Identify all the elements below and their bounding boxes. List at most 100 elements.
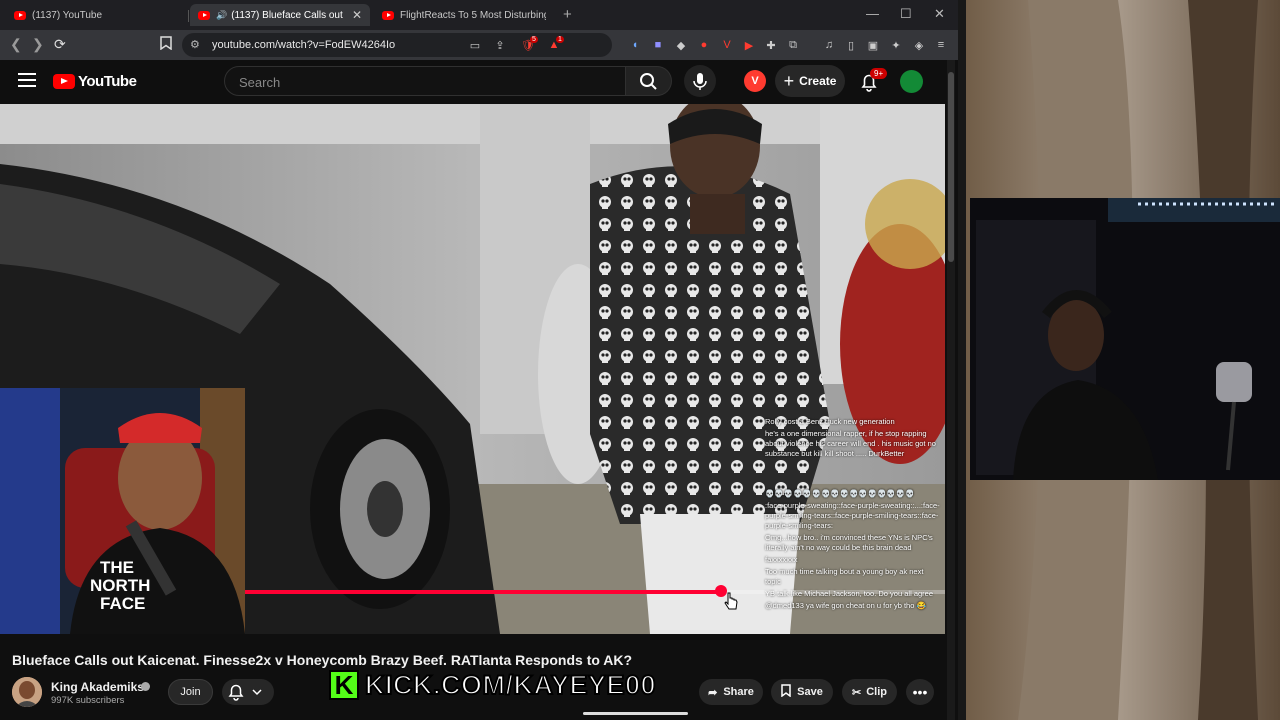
- tab-label: (1137) Blueface Calls out Kaic: [231, 9, 346, 21]
- chat-message: Rolly cost a Benz truck new generation: [765, 417, 895, 426]
- video-title: Blueface Calls out Kaicenat. Finesse2x v…: [12, 652, 633, 668]
- youtube-header: YouTube V + Create 9+: [0, 60, 945, 102]
- extension-icon[interactable]: V: [720, 38, 734, 52]
- search-button[interactable]: [626, 66, 672, 96]
- search-input[interactable]: [237, 67, 621, 97]
- svg-text:NORTH: NORTH: [90, 576, 150, 595]
- puzzle-icon[interactable]: ✚: [764, 38, 778, 52]
- wallet-icon[interactable]: ▣: [866, 38, 880, 52]
- chat-message: faxxxxxxx: [765, 555, 798, 564]
- chat-message: 💀💀💀💀💀💀💀💀💀💀💀💀💀💀💀💀: [765, 489, 915, 498]
- chat-message: Too much time talking bout a young boy a…: [765, 567, 924, 586]
- subscriber-count: 997K subscribers: [51, 695, 125, 706]
- media-icon[interactable]: ♫: [822, 38, 836, 52]
- chat-message: he's a one dimensional rapper, if he sto…: [765, 429, 936, 458]
- cast-icon[interactable]: ▭: [468, 38, 482, 52]
- extension-icon[interactable]: ■: [651, 38, 665, 52]
- share-label: Share: [723, 686, 754, 698]
- close-window-button[interactable]: ✕: [934, 6, 945, 22]
- youtube-wordmark: YouTube: [78, 73, 137, 90]
- verified-badge-icon: [141, 682, 150, 691]
- tab-flightreacts[interactable]: FlightReacts To 5 Most Disturbing Int: [374, 4, 554, 26]
- right-webcam-frame: [958, 0, 1280, 720]
- kick-logo: K: [329, 670, 359, 700]
- youtube-logo[interactable]: YouTube: [53, 73, 137, 90]
- chat-message: Omg...how bro.. i'm convinced these YNs …: [765, 533, 933, 552]
- tab-youtube-home[interactable]: (1137) YouTube: [6, 4, 186, 26]
- leo-icon[interactable]: ✦: [889, 38, 903, 52]
- microphone-icon: [693, 73, 707, 90]
- youtube-favicon-icon: [198, 10, 210, 20]
- kick-watermark: K KICK.COM/KAYEYE00: [329, 668, 691, 702]
- record-icon[interactable]: ●: [697, 38, 711, 52]
- extension-icon[interactable]: ◆: [674, 38, 688, 52]
- brave-badge: 5: [530, 36, 538, 43]
- chat-message: :face-purple-sweating::face-purple-sweat…: [765, 501, 940, 530]
- scrollbar-thumb[interactable]: [948, 72, 954, 262]
- channel-avatar[interactable]: [12, 677, 42, 707]
- bookmark-icon[interactable]: [160, 36, 172, 53]
- notification-count-badge: 9+: [870, 68, 888, 79]
- back-button[interactable]: ❮: [10, 36, 22, 53]
- new-tab-button[interactable]: +: [563, 6, 572, 23]
- tab-label: FlightReacts To 5 Most Disturbing Int: [400, 9, 546, 21]
- tab-bar: (1137) YouTube 🔊 (1137) Blueface Calls o…: [0, 0, 958, 30]
- voice-search-button[interactable]: [684, 65, 716, 97]
- scroll-indicator: [583, 712, 688, 715]
- svg-text:FACE: FACE: [100, 594, 145, 613]
- chat-overlay: Rolly cost a Benz truck new generation h…: [765, 417, 940, 613]
- maximize-button[interactable]: ☐: [900, 6, 912, 22]
- tab-label: (1137) YouTube: [32, 9, 103, 21]
- youtube-play-icon: [53, 74, 75, 89]
- extension-icon[interactable]: ⧉: [786, 38, 800, 52]
- tab-active-video[interactable]: 🔊 (1137) Blueface Calls out Kaic ✕: [190, 4, 370, 26]
- url-text[interactable]: youtube.com/watch?v=FodEW4264Io: [212, 39, 395, 51]
- share-icon[interactable]: ⇪: [493, 38, 507, 52]
- channel-name[interactable]: King Akademiks: [51, 680, 144, 694]
- mouse-cursor-icon: [724, 592, 738, 615]
- clip-label: Clip: [866, 686, 887, 698]
- hamburger-menu-icon[interactable]: [18, 73, 36, 87]
- forward-button[interactable]: ❯: [32, 36, 44, 53]
- sidebar-icon[interactable]: ▯: [844, 38, 858, 52]
- scissors-icon: ✂: [852, 686, 862, 699]
- right-camera-panel: [958, 0, 1280, 720]
- speaker-icon: 🔊: [216, 9, 228, 20]
- save-button[interactable]: Save: [771, 679, 833, 705]
- rewards-badge: 1: [556, 36, 564, 43]
- extension-icon[interactable]: ◖: [628, 38, 642, 52]
- create-label: Create: [799, 74, 837, 88]
- streamer-webcam: THE NORTH FACE: [0, 388, 245, 634]
- more-options-icon[interactable]: •••: [906, 679, 934, 705]
- plus-icon: +: [783, 70, 795, 91]
- site-info-icon[interactable]: ⚙: [190, 38, 200, 51]
- reload-button[interactable]: ⟳: [54, 36, 66, 53]
- close-tab-icon[interactable]: ✕: [352, 8, 362, 22]
- tab-divider: [188, 10, 189, 22]
- video-player[interactable]: THE NORTH FACE Rolly cost a Benz truck n…: [0, 104, 945, 634]
- chat-message: @dmed133 ya wife gon cheat on u for yb t…: [765, 601, 926, 610]
- youtube-extension-icon[interactable]: ▶: [742, 38, 756, 52]
- svg-text:THE: THE: [100, 558, 134, 577]
- youtube-favicon-icon: [382, 10, 394, 20]
- bookmark-save-icon: [781, 684, 791, 700]
- vpn-icon[interactable]: ◈: [912, 38, 926, 52]
- clip-button[interactable]: ✂ Clip: [842, 679, 897, 705]
- minimize-button[interactable]: —: [866, 6, 879, 21]
- search-box: [224, 66, 626, 97]
- youtube-favicon-icon: [14, 10, 26, 20]
- share-button[interactable]: ➦ Share: [699, 679, 763, 705]
- address-bar: ❮ ❯ ⟳ ⚙ youtube.com/watch?v=FodEW4264Io …: [0, 30, 958, 60]
- menu-icon[interactable]: ≡: [934, 38, 948, 52]
- browser-window: (1137) YouTube 🔊 (1137) Blueface Calls o…: [0, 0, 958, 720]
- join-button[interactable]: Join: [168, 679, 213, 705]
- subscribed-notification-button[interactable]: [222, 679, 274, 705]
- save-label: Save: [797, 686, 823, 698]
- vidiq-button[interactable]: V: [744, 70, 766, 92]
- search-icon: [640, 73, 657, 90]
- account-avatar[interactable]: [900, 70, 923, 93]
- progress-bar-played[interactable]: [245, 590, 721, 594]
- kick-url-text: KICK.COM/KAYEYE00: [364, 669, 657, 701]
- share-arrow-icon: ➦: [708, 686, 718, 699]
- create-button[interactable]: + Create: [775, 65, 845, 97]
